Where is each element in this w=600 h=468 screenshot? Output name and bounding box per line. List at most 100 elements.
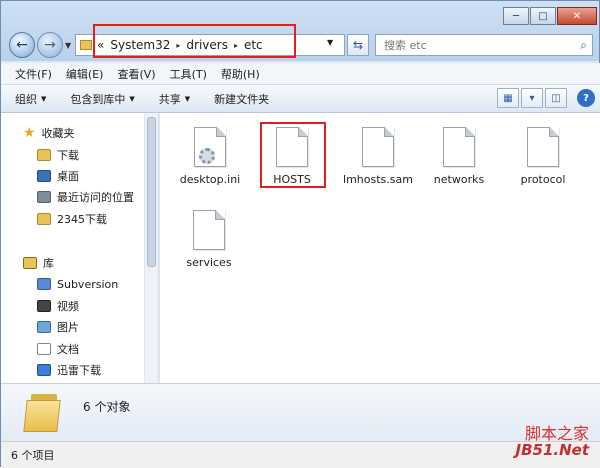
menu-help[interactable]: 帮助(H) [221, 66, 260, 82]
title-bar: ─ □ ✕ ← → ▼ « System32 ▸ drivers ▸ etc ▼… [1, 1, 600, 61]
sidebar-item-desktop[interactable]: 桌面 [37, 166, 79, 186]
sidebar-item-libraries[interactable]: 库 [23, 253, 54, 273]
recent-pages-dropdown[interactable]: ▼ [65, 41, 71, 50]
forward-button[interactable]: → [37, 32, 63, 58]
object-count: 6 个对象 [83, 400, 131, 414]
search-input[interactable] [384, 38, 564, 52]
star-icon: ★ [23, 125, 36, 141]
share-button[interactable]: 共享 ▼ [159, 91, 190, 107]
desktop-icon [37, 170, 51, 182]
sidebar-item-label: 收藏夹 [41, 127, 75, 140]
close-button[interactable]: ✕ [557, 7, 597, 25]
view-options-button[interactable]: ▦ [497, 88, 519, 108]
sidebar-item-label: 迅雷下载 [57, 364, 101, 377]
video-library-icon [37, 300, 51, 312]
item-count: 6 个项目 [11, 449, 55, 462]
new-folder-label: 新建文件夹 [214, 92, 270, 106]
search-icon[interactable]: ⌕ [580, 38, 587, 53]
scrollbar-thumb[interactable] [147, 117, 156, 267]
file-icon [527, 127, 559, 167]
share-label: 共享 [158, 92, 181, 106]
file-item-services[interactable]: services [169, 210, 249, 270]
address-dropdown-icon[interactable]: ▼ [327, 38, 333, 47]
folder-icon [23, 394, 65, 432]
file-item-lmhosts-sam[interactable]: lmhosts.sam [338, 127, 418, 187]
forward-arrow-icon: → [44, 37, 56, 53]
sidebar-item-downloads[interactable]: 下载 [37, 145, 79, 165]
sidebar-item-recent[interactable]: 最近访问的位置 [37, 187, 134, 207]
include-library-label: 包含到库中 [70, 92, 126, 106]
view-dropdown-button[interactable]: ▾ [521, 88, 543, 108]
organize-label: 组织 [15, 92, 37, 106]
file-name: HOSTS [273, 173, 311, 186]
gear-icon [199, 148, 215, 164]
file-icon [362, 127, 394, 167]
file-item-hosts[interactable]: HOSTS [252, 127, 332, 187]
back-button[interactable]: ← [9, 32, 35, 58]
sidebar-item-label: 2345下载 [57, 213, 107, 226]
sidebar-item-2345[interactable]: 2345下载 [37, 209, 107, 229]
menu-file[interactable]: 文件(F) [15, 66, 52, 82]
breadcrumb-separator-icon[interactable]: ▸ [234, 41, 238, 50]
sidebar-item-label: 最近访问的位置 [57, 191, 134, 204]
preview-pane-button[interactable]: ◫ [545, 88, 567, 108]
preview-pane-icon: ◫ [551, 92, 561, 104]
chevron-down-icon: ▾ [529, 92, 535, 104]
help-icon: ? [583, 92, 589, 104]
organize-button[interactable]: 组织 ▼ [15, 91, 46, 107]
command-bar: 组织 ▼ 包含到库中 ▼ 共享 ▼ 新建文件夹 ▦ ▾ ◫ ? [1, 85, 600, 113]
sidebar-item-favorites[interactable]: ★ 收藏夹 [23, 123, 75, 143]
sidebar-item-label: 库 [43, 257, 54, 270]
sidebar-item-label: 桌面 [57, 170, 79, 183]
downloads-folder-icon [37, 149, 51, 161]
caption-buttons: ─ □ ✕ [503, 7, 597, 25]
sidebar-item-subversion[interactable]: Subversion [37, 274, 118, 294]
sidebar-item-pictures[interactable]: 图片 [37, 317, 79, 337]
settings-file-icon [194, 127, 226, 167]
include-library-button[interactable]: 包含到库中 ▼ [70, 91, 134, 107]
file-name: desktop.ini [179, 173, 241, 186]
address-chevron[interactable]: « [97, 38, 104, 52]
folder-icon [80, 40, 92, 50]
sidebar-item-label: 下载 [57, 149, 79, 162]
file-item-networks[interactable]: networks [419, 127, 499, 187]
file-icon [443, 127, 475, 167]
maximize-button[interactable]: □ [530, 7, 556, 25]
help-button[interactable]: ? [577, 89, 595, 107]
file-item-protocol[interactable]: protocol [503, 127, 583, 187]
picture-library-icon [37, 321, 51, 333]
file-item-desktop-ini[interactable]: desktop.ini [170, 127, 250, 187]
navigation-pane: ★ 收藏夹 下载 桌面 最近访问的位置 2345下载 库 Subversion [1, 113, 159, 383]
menu-edit[interactable]: 编辑(E) [66, 66, 104, 82]
file-name: protocol [520, 173, 566, 186]
sidebar-item-thunder-downloads[interactable]: 迅雷下载 [37, 360, 101, 380]
new-folder-button[interactable]: 新建文件夹 [214, 91, 269, 107]
breadcrumb-separator-icon[interactable]: ▸ [176, 41, 180, 50]
library-icon [23, 257, 37, 269]
sidebar-item-documents[interactable]: 文档 [37, 339, 79, 359]
breadcrumb-drivers[interactable]: drivers [186, 38, 228, 52]
folder-icon [37, 213, 51, 225]
navigation-scrollbar[interactable] [144, 113, 158, 383]
chevron-down-icon: ▼ [184, 94, 191, 103]
address-bar[interactable]: « System32 ▸ drivers ▸ etc [75, 34, 345, 56]
file-name: networks [433, 173, 485, 186]
breadcrumb-system32[interactable]: System32 [110, 38, 170, 52]
refresh-button[interactable]: ⇆ [347, 34, 369, 56]
menu-view[interactable]: 查看(V) [117, 66, 155, 82]
details-pane: 6 个对象 [1, 383, 600, 441]
watermark: 脚本之家 JB51.Net [516, 425, 589, 459]
file-list: desktop.ini HOSTS lmhosts.sam networks p… [160, 113, 600, 383]
sidebar-item-videos[interactable]: 视频 [37, 296, 79, 316]
file-icon [276, 127, 308, 167]
breadcrumb-etc[interactable]: etc [244, 38, 263, 52]
file-icon [193, 210, 225, 250]
search-box[interactable]: ⌕ [375, 34, 593, 56]
minimize-button[interactable]: ─ [503, 7, 529, 25]
sidebar-item-label: 视频 [57, 300, 79, 313]
menu-tools[interactable]: 工具(T) [170, 66, 207, 82]
sidebar-item-label: Subversion [57, 277, 119, 291]
explorer-window: ─ □ ✕ ← → ▼ « System32 ▸ drivers ▸ etc ▼… [0, 0, 600, 468]
document-library-icon [37, 343, 51, 355]
file-name: services [186, 256, 232, 269]
